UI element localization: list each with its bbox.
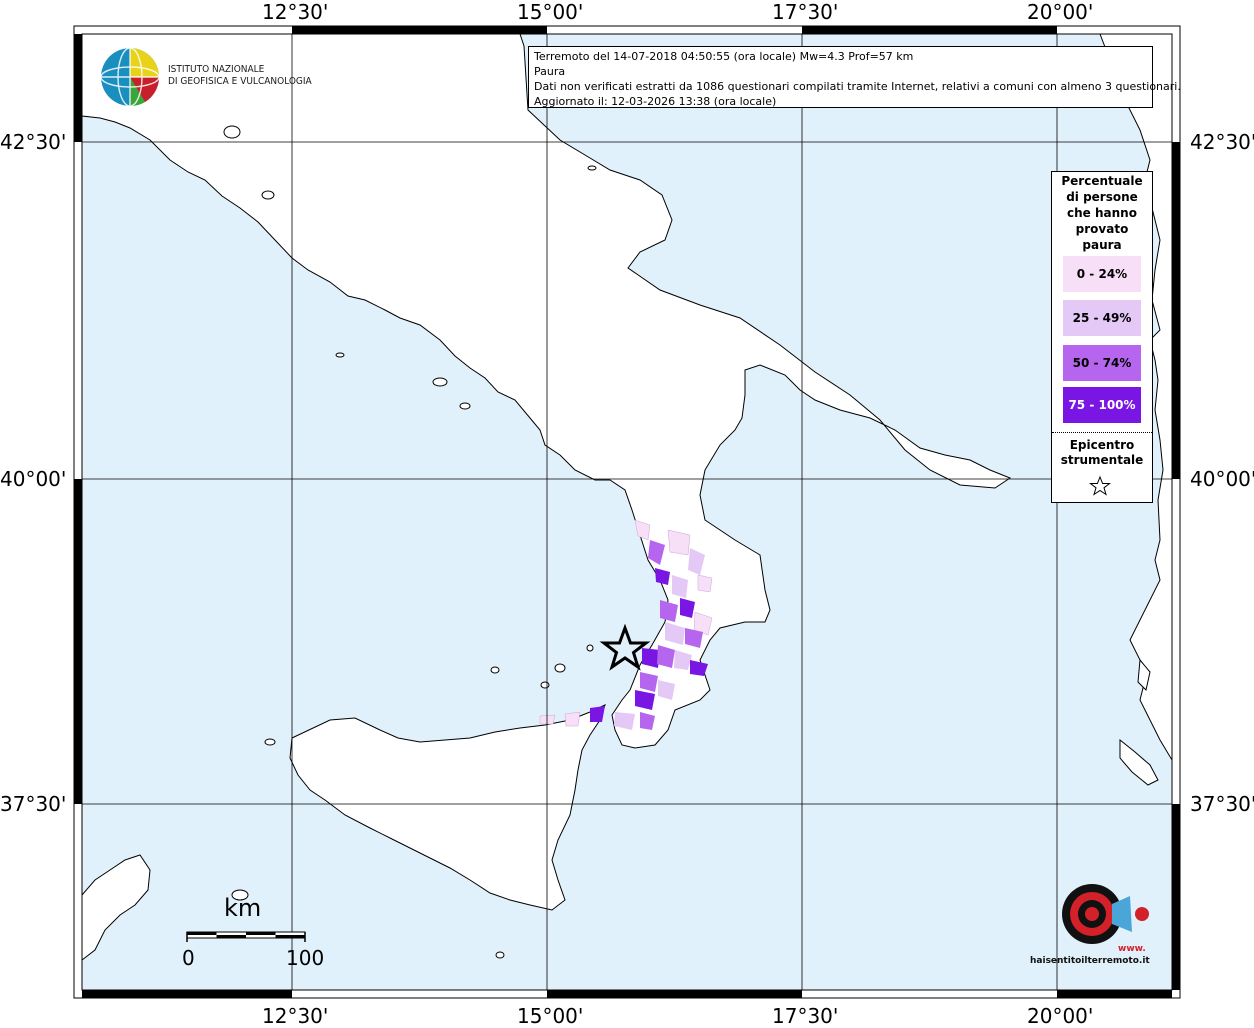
scale-unit: km (224, 894, 262, 922)
legend-class-0-24: 0 - 24% (1063, 256, 1141, 292)
star-icon (1089, 475, 1111, 496)
badge-text: haisentitoilterremoto.it (1030, 956, 1150, 966)
legend-title-line: provato (1075, 222, 1129, 236)
land-island-egadi (264, 738, 276, 746)
top-tick-label: 15°00' (517, 0, 584, 24)
right-tick-label: 37°30' (1190, 792, 1254, 816)
legend-class-50-74: 50 - 74% (1063, 345, 1141, 381)
legend-epicenter-line: strumentale (1060, 453, 1144, 467)
legend-title-line: di persone (1066, 190, 1138, 204)
left-tick-label: 42°30' (0, 130, 67, 154)
legend-separator (1052, 432, 1152, 433)
commune-patch (697, 574, 713, 593)
badge-url: www. (1118, 944, 1146, 954)
updated-timestamp: Aggiornato il: 12-03-2026 13:38 (ora loc… (534, 95, 777, 108)
right-tick-label: 40°00' (1190, 467, 1254, 491)
right-tick-label: 42°30' (1190, 130, 1254, 154)
legend-epicenter-label: Epicentro strumentale (1052, 438, 1152, 468)
logo-line-1: ISTITUTO NAZIONALE (168, 64, 265, 75)
commune-patch (564, 711, 581, 727)
bottom-tick-label: 12°30' (262, 1004, 329, 1028)
left-tick-label: 37°30' (0, 792, 67, 816)
logo-line-2: DI GEOFISICA E VULCANOLOGIA (168, 76, 312, 87)
top-tick-label: 20°00' (1027, 0, 1094, 24)
legend: Percentuale di persone che hanno provato… (1051, 171, 1153, 503)
event-title: Terremoto del 14-07-2018 04:50:55 (ora l… (534, 50, 914, 63)
map-variable: Paura (534, 65, 566, 78)
globe-icon (100, 47, 160, 107)
legend-class-75-100: 75 - 100% (1063, 387, 1141, 423)
data-note: Dati non verificati estratti da 1086 que… (534, 80, 1181, 93)
scale-max-label: 100 (286, 946, 325, 970)
commune-patch (539, 714, 556, 725)
legend-epicenter-line: Epicentro (1069, 438, 1135, 452)
legend-title-line: paura (1082, 238, 1122, 252)
land-island-capri (432, 377, 448, 387)
scale-bar: km 0 100 (182, 894, 325, 974)
land-island-ponza (335, 352, 345, 358)
land-island-malta (495, 951, 505, 959)
bottom-tick-label: 17°30' (772, 1004, 839, 1028)
ingv-logo: ISTITUTO NAZIONALE DI GEOFISICA E VULCAN… (100, 46, 312, 110)
bottom-tick-label: 15°00' (517, 1004, 584, 1028)
top-tick-label: 12°30' (262, 0, 329, 24)
bottom-tick-label: 20°00' (1027, 1004, 1094, 1028)
scale-bar-graphic (186, 931, 306, 942)
land-island-stromboli (586, 644, 594, 652)
left-tick-label: 40°00' (0, 467, 67, 491)
legend-title-line: che hanno (1067, 206, 1137, 220)
land-island-elba (223, 125, 241, 139)
legend-title-line: Percentuale (1061, 174, 1143, 188)
legend-class-25-49: 25 - 49% (1063, 300, 1141, 336)
land-island-ustica (490, 666, 500, 674)
legend-title: Percentuale di persone che hanno provato… (1052, 173, 1152, 253)
land-island-tremiti (587, 165, 597, 171)
land-island-giglio (261, 190, 275, 200)
event-info-box: Terremoto del 14-07-2018 04:50:55 (ora l… (528, 46, 1181, 108)
top-tick-label: 17°30' (772, 0, 839, 24)
land-island-lipari (554, 663, 566, 673)
scale-min-label: 0 (182, 946, 195, 970)
land-island-salina (540, 681, 550, 689)
land-island-ischia (459, 402, 471, 410)
haisentito-badge: haisentitoilterremoto.it www. (1030, 856, 1160, 976)
